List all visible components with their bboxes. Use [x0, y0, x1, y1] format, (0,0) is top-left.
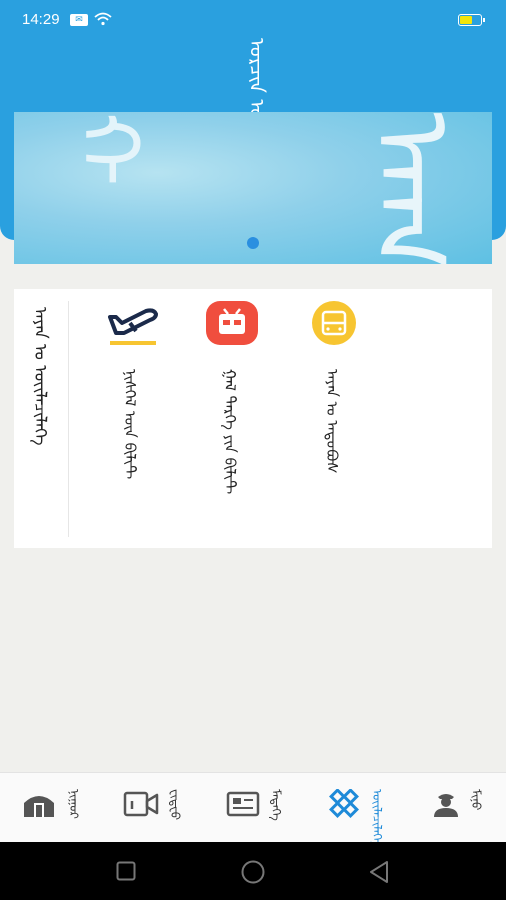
train-icon [206, 301, 258, 345]
nav-item-video[interactable]: ᠸᠢᠳᠧᠣ [101, 773, 202, 843]
user-icon [434, 794, 458, 817]
menu-item-train[interactable]: ᠭᠠᠯ ᠲᠡᠷᠭᠡ ᠶᠢᠨ ᠪᠢᠯᠢᠲ [202, 299, 262, 499]
wifi-icon [94, 12, 112, 26]
banner-glyph-right: ᠠᠭ [347, 112, 475, 264]
carousel-indicator[interactable] [247, 237, 259, 249]
menu-item-bus[interactable]: ᠠᠶᠠᠨ ᠤ ᠠᠲᠤᠪᠤᠰ [304, 299, 364, 499]
banner-glyph-left: ᠬ [57, 112, 157, 187]
nav-item-home[interactable]: ᠨᠢᠭᠤᠷ [0, 773, 101, 843]
page-title: ᠣᠷᠴᠢᠨ ᠤ [245, 38, 269, 118]
recent-apps-icon[interactable] [116, 861, 136, 881]
system-nav-bar [0, 842, 506, 900]
nav-item-news[interactable]: ᠮᠡᠳᠡᠭᠡ [202, 773, 303, 843]
yurt-icon [24, 796, 54, 817]
banner-carousel[interactable]: ᠬ ᠠᠭ [14, 112, 492, 264]
divider [68, 301, 69, 537]
card-title: ᠠᠶᠠᠨ ᠤ ᠦᠢᠯᠡᠴᠢᠯᠡᠭᠡ [30, 307, 50, 446]
sim-card-icon: ✉ [70, 14, 88, 26]
nav-item-profile[interactable]: ᠮᠢᠨᠤ [404, 773, 505, 843]
nav-label: ᠮᠢᠨᠤ [469, 789, 483, 811]
status-time: 14:29 [22, 11, 60, 28]
nav-label: ᠮᠡᠳᠡᠭᠡ [269, 789, 283, 821]
menu-item-label: ᠨᠢᠰᠬᠡᠯ ᠦᠨ ᠪᠢᠯᠢᠲ [121, 369, 139, 480]
bus-icon [312, 301, 356, 345]
nav-label: ᠨᠢᠭᠤᠷ [67, 789, 81, 819]
menu-item-label: ᠭᠠᠯ ᠲᠡᠷᠭᠡ ᠶᠢᠨ ᠪᠢᠯᠢᠲ [221, 369, 239, 495]
menu-item-flight[interactable]: ᠨᠢᠰᠬᠡᠯ ᠦᠨ ᠪᠢᠯᠢᠲ [102, 299, 162, 499]
news-icon [226, 791, 260, 817]
services-card: ᠠᠶᠠᠨ ᠤ ᠦᠢᠯᠡᠴᠢᠯᠡᠭᠡ ᠨᠢᠰᠬᠡᠯ ᠦᠨ ᠪᠢᠯᠢᠲ ᠭᠠᠯ ᠲᠡ… [14, 289, 492, 548]
battery-icon [458, 14, 485, 26]
bottom-nav: ᠨᠢᠭᠤᠷ ᠸᠢᠳᠧᠣ ᠮᠡᠳᠡᠭᠡ ᠦᠢᠯᠡᠴᠢᠯᠡᠭᠡ ᠮᠢᠨᠤ [0, 772, 506, 846]
menu-item-label: ᠠᠶᠠᠨ ᠤ ᠠᠲᠤᠪᠤᠰ [323, 369, 341, 474]
back-icon[interactable] [368, 860, 390, 884]
nav-label: ᠦᠢᠯᠡᠴᠢᠯᠡᠭᠡ [370, 789, 384, 846]
status-bar: 14:29 ✉ [0, 0, 506, 40]
knot-icon [329, 789, 359, 818]
video-icon [123, 791, 159, 817]
battery-level [460, 16, 472, 24]
nav-label: ᠸᠢᠳᠧᠣ [168, 789, 182, 821]
airplane-icon [108, 308, 158, 345]
home-icon[interactable] [241, 860, 265, 884]
nav-item-services[interactable]: ᠦᠢᠯᠡᠴᠢᠯᠡᠭᠡ [303, 773, 404, 846]
